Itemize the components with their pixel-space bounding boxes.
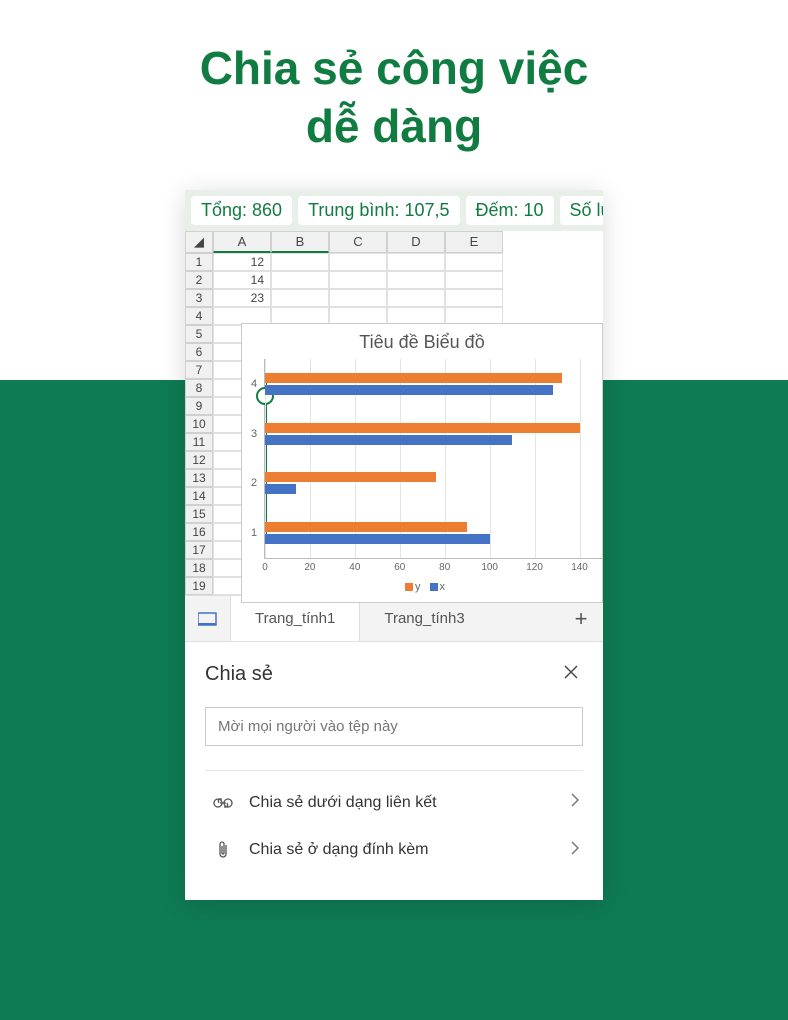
embedded-chart[interactable]: Tiêu đề Biểu đồ 0204060801001201404321 y… [241,323,603,603]
y-tick: 4 [251,378,257,390]
cell[interactable] [271,253,329,271]
chart-bar [265,534,490,544]
row-header[interactable]: 6 [185,343,213,361]
x-tick: 20 [304,562,315,573]
cell[interactable] [387,271,445,289]
row-header[interactable]: 18 [185,559,213,577]
y-tick: 1 [251,527,257,539]
x-tick: 100 [481,562,498,573]
cell[interactable] [387,253,445,271]
add-sheet-button[interactable]: + [559,606,603,632]
share-as-link-label: Chia sẻ dưới dạng liên kết [249,794,437,812]
col-header-a[interactable]: A [213,231,271,253]
cell[interactable] [445,271,503,289]
cell[interactable] [445,289,503,307]
share-panel: Chia sẻ Chia sẻ dưới dạng liên kết Chia … [185,641,603,900]
stat-count[interactable]: Đếm: 10 [466,196,554,225]
row-header[interactable]: 1 [185,253,213,271]
x-tick: 40 [349,562,360,573]
promo-title: Chia sẻ công việc dễ dàng [0,0,788,155]
row-header[interactable]: 5 [185,325,213,343]
share-as-attachment-option[interactable]: Chia sẻ ở dạng đính kèm [205,826,583,874]
row-header[interactable]: 9 [185,397,213,415]
cell[interactable] [329,253,387,271]
row-header[interactable]: 3 [185,289,213,307]
stat-overflow[interactable]: Số lư [560,196,603,225]
row-header[interactable]: 2 [185,271,213,289]
sheets-overview-icon[interactable] [185,596,231,641]
row-header[interactable]: 11 [185,433,213,451]
share-as-attachment-label: Chia sẻ ở dạng đính kèm [249,841,428,859]
chart-bar [265,484,296,494]
cell[interactable] [271,289,329,307]
y-tick: 3 [251,428,257,440]
link-icon [209,796,237,810]
chart-bar [265,423,580,433]
row-header[interactable]: 8 [185,379,213,397]
chevron-right-icon [571,841,579,860]
row-header[interactable]: 19 [185,577,213,595]
chart-bar [265,385,553,395]
share-as-link-option[interactable]: Chia sẻ dưới dạng liên kết [205,779,583,826]
attachment-icon [209,840,237,860]
share-panel-title: Chia sẻ [205,663,273,686]
cell[interactable] [329,289,387,307]
row-header[interactable]: 4 [185,307,213,325]
row-header[interactable]: 7 [185,361,213,379]
x-tick: 140 [571,562,588,573]
row-header[interactable]: 13 [185,469,213,487]
chevron-right-icon [571,793,579,812]
cell[interactable]: 12 [213,253,271,271]
row-header[interactable]: 15 [185,505,213,523]
close-icon[interactable] [559,660,583,689]
divider [205,770,583,771]
x-tick: 120 [526,562,543,573]
x-tick: 80 [439,562,450,573]
chart-legend: y x [242,559,602,593]
col-header-b[interactable]: B [271,231,329,253]
cell[interactable] [329,271,387,289]
cell[interactable] [271,271,329,289]
row-header[interactable]: 14 [185,487,213,505]
cell[interactable] [445,253,503,271]
device-frame: Tổng: 860 Trung bình: 107,5 Đếm: 10 Số l… [185,190,603,900]
row-header[interactable]: 16 [185,523,213,541]
row-header[interactable]: 10 [185,415,213,433]
spreadsheet[interactable]: ◢ A B C D E 1 12 2 14 3 23 4 5 6 7 8 [185,231,603,595]
x-tick: 60 [394,562,405,573]
row-header[interactable]: 12 [185,451,213,469]
row-header[interactable]: 17 [185,541,213,559]
chart-bar [265,373,562,383]
cell[interactable] [387,289,445,307]
chart-bar [265,472,436,482]
legend-swatch-x [430,583,438,591]
col-header-e[interactable]: E [445,231,503,253]
col-header-d[interactable]: D [387,231,445,253]
stat-sum[interactable]: Tổng: 860 [191,196,292,225]
cell[interactable]: 23 [213,289,271,307]
chart-title: Tiêu đề Biểu đồ [242,324,602,359]
y-tick: 2 [251,477,257,489]
select-all-corner[interactable]: ◢ [185,231,213,253]
x-tick: 0 [262,562,268,573]
legend-swatch-y [405,583,413,591]
stats-bar: Tổng: 860 Trung bình: 107,5 Đếm: 10 Số l… [185,190,603,231]
chart-bar [265,522,467,532]
cell[interactable]: 14 [213,271,271,289]
col-header-c[interactable]: C [329,231,387,253]
chart-plot-area: 0204060801001201404321 [264,359,602,559]
invite-people-input[interactable] [205,707,583,746]
stat-avg[interactable]: Trung bình: 107,5 [298,196,459,225]
chart-bar [265,435,512,445]
